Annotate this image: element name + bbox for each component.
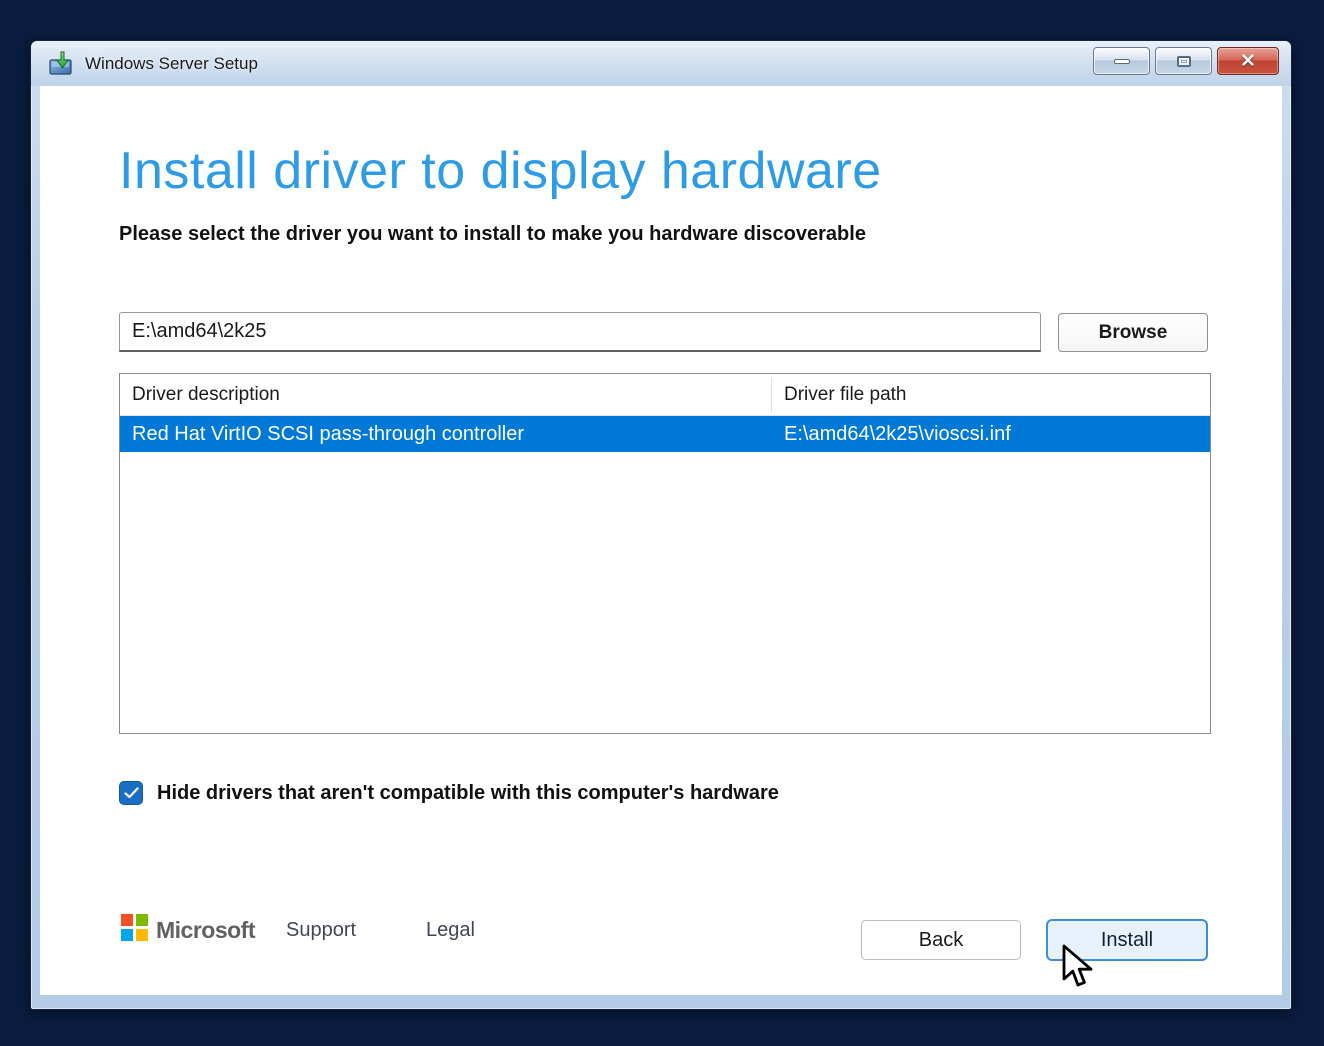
window-title: Windows Server Setup — [85, 54, 258, 74]
driver-file-path-cell: E:\amd64\2k25\vioscsi.inf — [772, 423, 1210, 446]
close-x-icon: ✕ — [1240, 52, 1256, 71]
dialog-content: Install driver to display hardware Pleas… — [40, 86, 1282, 995]
hide-incompatible-label: Hide drivers that aren't compatible with… — [157, 782, 779, 805]
page-title: Install driver to display hardware — [119, 141, 882, 201]
driver-description-cell: Red Hat VirtIO SCSI pass-through control… — [120, 423, 772, 446]
driver-list[interactable]: Driver description Driver file path Red … — [119, 373, 1211, 734]
microsoft-wordmark: Microsoft — [156, 917, 255, 944]
driver-list-header[interactable]: Driver description Driver file path — [120, 374, 1210, 416]
back-button[interactable]: Back — [861, 920, 1021, 960]
maximize-button[interactable] — [1155, 47, 1212, 75]
column-header-driver-file-path[interactable]: Driver file path — [772, 384, 1210, 406]
checkmark-icon — [124, 787, 139, 799]
ms-logo-red-square — [121, 914, 133, 926]
ms-logo-green-square — [136, 914, 148, 926]
hide-incompatible-row: Hide drivers that aren't compatible with… — [119, 781, 779, 805]
support-link[interactable]: Support — [286, 919, 356, 942]
hide-incompatible-checkbox[interactable] — [119, 781, 143, 805]
legal-link[interactable]: Legal — [426, 919, 475, 942]
titlebar[interactable]: Windows Server Setup ✕ — [31, 41, 1291, 86]
column-header-driver-description[interactable]: Driver description — [120, 378, 772, 412]
page-subtitle: Please select the driver you want to ins… — [119, 223, 866, 246]
close-button[interactable]: ✕ — [1217, 47, 1279, 75]
microsoft-logo-icon — [121, 914, 148, 941]
ms-logo-yellow-square — [136, 929, 148, 941]
installer-disk-icon — [48, 51, 74, 77]
setup-window: Windows Server Setup ✕ Install driver to… — [30, 40, 1292, 1010]
install-button[interactable]: Install — [1046, 919, 1208, 961]
browse-button[interactable]: Browse — [1058, 313, 1208, 352]
minimize-icon — [1114, 59, 1130, 64]
minimize-button[interactable] — [1093, 47, 1150, 75]
maximize-icon — [1177, 56, 1191, 67]
driver-row-selected[interactable]: Red Hat VirtIO SCSI pass-through control… — [120, 416, 1210, 452]
ms-logo-blue-square — [121, 929, 133, 941]
driver-path-input[interactable] — [119, 312, 1041, 352]
